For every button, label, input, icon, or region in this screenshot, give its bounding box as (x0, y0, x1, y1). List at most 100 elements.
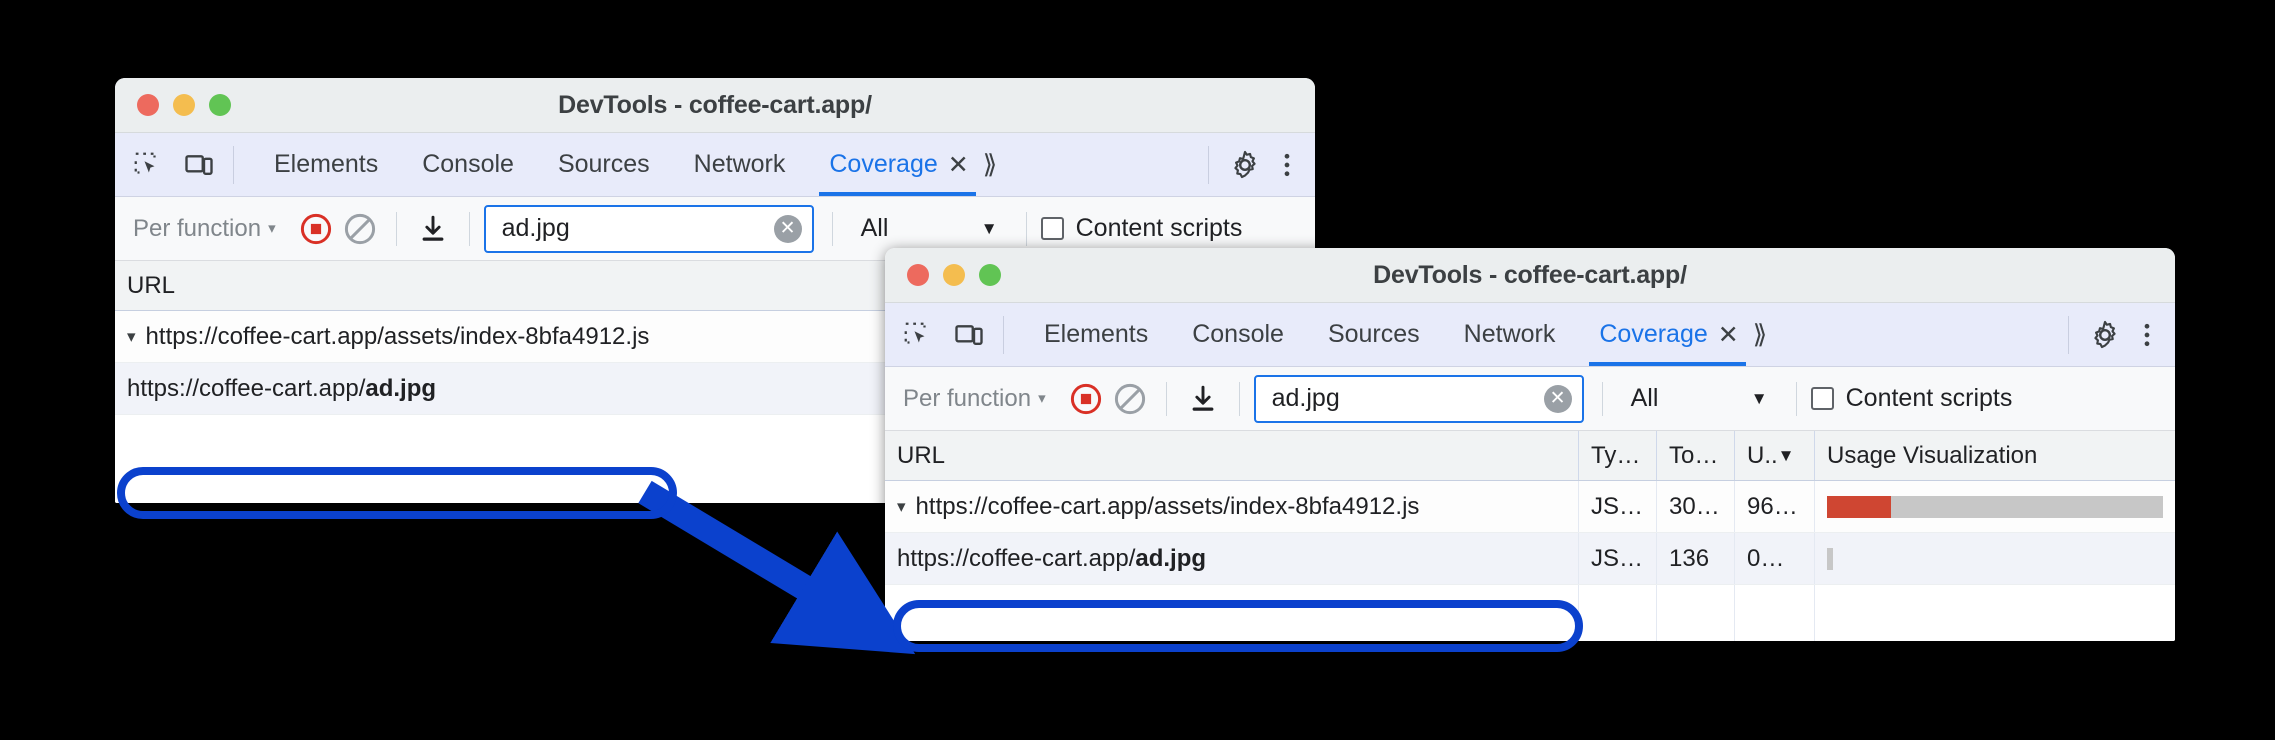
tab-elements[interactable]: Elements (252, 133, 400, 196)
clear-filter-icon[interactable]: ✕ (1543, 384, 1572, 413)
stop-recording-icon[interactable] (1064, 377, 1108, 421)
row-url-text: https://coffee-cart.app/ (897, 544, 1136, 572)
granularity-dropdown[interactable]: Per function ▾ (133, 215, 294, 243)
row-usage-visualization (1815, 533, 2175, 584)
type-filter-value: All (1630, 384, 1659, 412)
more-tabs-icon[interactable]: ⟫ (983, 133, 997, 196)
tab-elements[interactable]: Elements (1022, 303, 1170, 366)
chevron-down-icon[interactable]: ▾ (127, 327, 136, 347)
clear-coverage-icon[interactable] (1108, 377, 1152, 421)
column-header-usage-visualization[interactable]: Usage Visualization (1815, 431, 2175, 480)
column-header-unused-bytes[interactable]: U.. ▼ (1735, 431, 1815, 480)
grid-empty-cell (1815, 585, 2175, 641)
toolbar-divider (831, 211, 833, 246)
tab-sources[interactable]: Sources (536, 133, 672, 196)
close-icon[interactable]: ✕ (1718, 303, 1739, 366)
type-filter-dropdown[interactable]: All ▼ (847, 214, 1012, 243)
gear-icon[interactable] (1227, 147, 1263, 183)
inspect-icon-group-back (129, 145, 234, 184)
download-export-icon[interactable] (1181, 377, 1225, 421)
clear-filter-icon[interactable]: ✕ (773, 214, 802, 243)
row-url: ▾ https://coffee-cart.app/assets/index-8… (885, 481, 1579, 532)
row-total-bytes: 136 (1657, 533, 1735, 584)
row-total-bytes: 30… (1657, 481, 1735, 532)
window-title: DevTools - coffee-cart.app/ (1373, 260, 1687, 289)
grid-header-front: URL Ty… To… U.. ▼ Usage Visualization (885, 431, 2175, 481)
row-unused-bytes: 0… (1735, 533, 1815, 584)
vertical-dots-icon[interactable] (2129, 317, 2165, 353)
annotation-arrow (638, 480, 916, 655)
download-export-icon[interactable] (411, 207, 455, 251)
content-scripts-checkbox[interactable] (1040, 217, 1064, 240)
more-tabs-icon[interactable]: ⟫ (1753, 303, 1767, 366)
filter-input[interactable] (1269, 383, 1544, 414)
row-url-highlight: ad.jpg (1135, 544, 1207, 572)
chevron-down-icon: ▾ (1038, 390, 1046, 407)
type-filter-value: All (860, 214, 889, 242)
table-row[interactable]: https://coffee-cart.app/ad.jpg JS… 136 0… (885, 533, 2175, 585)
tab-strip-back: Elements Console Sources Network Coverag… (115, 133, 1315, 197)
row-url-text: https://coffee-cart.app/ (127, 374, 366, 402)
tab-sources[interactable]: Sources (1306, 303, 1442, 366)
content-scripts-toggle[interactable]: Content scripts (1810, 384, 2013, 413)
device-toolbar-icon[interactable] (181, 147, 217, 183)
tab-console[interactable]: Console (1170, 303, 1306, 366)
stop-recording-icon[interactable] (294, 207, 338, 251)
grid-empty-cell (885, 585, 1579, 641)
content-scripts-label: Content scripts (1845, 384, 2013, 412)
window-title: DevTools - coffee-cart.app/ (558, 90, 872, 119)
panel-tabs-back: Elements Console Sources Network Coverag… (252, 133, 997, 196)
tab-network[interactable]: Network (1442, 303, 1578, 366)
title-bar-front[interactable]: DevTools - coffee-cart.app/ (885, 248, 2175, 303)
devtools-window-front[interactable]: DevTools - coffee-cart.app/ Elements Con… (885, 248, 2175, 641)
tabstrip-actions-back (1208, 145, 1305, 184)
toolbar-divider (1795, 381, 1797, 416)
toolbar-divider (1165, 381, 1167, 416)
tab-network[interactable]: Network (672, 133, 808, 196)
vertical-dots-icon[interactable] (1269, 147, 1305, 183)
tab-coverage[interactable]: Coverage (807, 133, 977, 196)
close-icon[interactable]: ✕ (948, 133, 969, 196)
inspect-element-icon[interactable] (899, 317, 935, 353)
chevron-down-icon[interactable]: ▾ (897, 497, 906, 517)
column-header-type[interactable]: Ty… (1579, 431, 1657, 480)
usage-bar (1827, 547, 1833, 570)
inspect-icon-group-front (899, 315, 1004, 354)
toolbar-divider (395, 211, 397, 246)
tab-console[interactable]: Console (400, 133, 536, 196)
row-type: JS… (1579, 481, 1657, 532)
filter-input-wrapper[interactable]: ✕ (1253, 374, 1584, 423)
granularity-dropdown[interactable]: Per function ▾ (903, 385, 1064, 413)
panel-tabs-front: Elements Console Sources Network Coverag… (1022, 303, 1767, 366)
usage-bar (1827, 495, 2163, 518)
row-url-highlight: ad.jpg (365, 374, 437, 402)
toolbar-divider (1238, 381, 1240, 416)
row-unused-bytes: 96… (1735, 481, 1815, 532)
row-url-text: https://coffee-cart.app/assets/index-8bf… (145, 322, 650, 350)
table-row[interactable]: ▾ https://coffee-cart.app/assets/index-8… (885, 481, 2175, 533)
content-scripts-toggle[interactable]: Content scripts (1040, 214, 1242, 243)
toolbar-divider (1025, 211, 1027, 246)
chevron-down-icon: ▼ (980, 218, 998, 238)
tabstrip-actions-front (2068, 315, 2165, 354)
title-bar-back[interactable]: DevTools - coffee-cart.app/ (115, 78, 1315, 133)
type-filter-dropdown[interactable]: All ▼ (1617, 384, 1782, 413)
inspect-element-icon[interactable] (129, 147, 165, 183)
row-usage-visualization (1815, 481, 2175, 532)
device-toolbar-icon[interactable] (951, 317, 987, 353)
filter-input[interactable] (499, 213, 774, 244)
grid-empty-cell (1579, 585, 1657, 641)
tab-strip-front: Elements Console Sources Network Coverag… (885, 303, 2175, 367)
filter-input-wrapper[interactable]: ✕ (483, 204, 814, 253)
grid-empty-cell (1657, 585, 1735, 641)
chevron-down-icon: ▾ (268, 220, 276, 237)
column-header-total-bytes[interactable]: To… (1657, 431, 1735, 480)
usage-bar-used (1827, 495, 1891, 518)
row-url-text: https://coffee-cart.app/assets/index-8bf… (915, 492, 1420, 520)
gear-icon[interactable] (2087, 317, 2123, 353)
content-scripts-checkbox[interactable] (1810, 387, 1834, 410)
column-header-url[interactable]: URL (885, 431, 1579, 480)
tab-coverage[interactable]: Coverage (1577, 303, 1747, 366)
clear-coverage-icon[interactable] (338, 207, 382, 251)
chevron-down-icon: ▼ (1750, 388, 1768, 408)
